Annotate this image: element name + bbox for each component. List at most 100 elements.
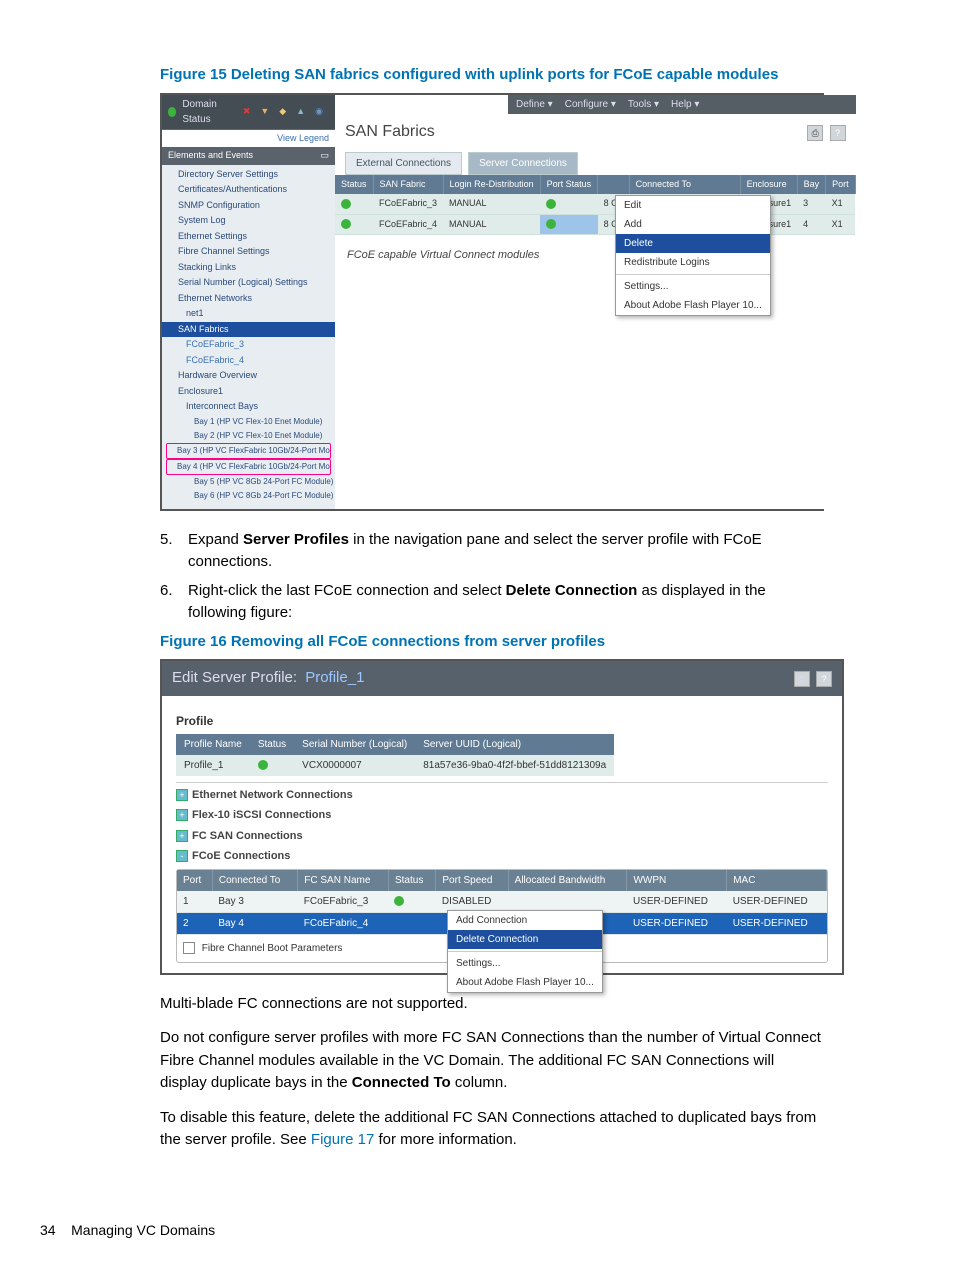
menu-tools[interactable]: Tools ▾ <box>628 97 659 112</box>
context-delete-connection[interactable]: Delete Connection <box>448 930 602 949</box>
help-icon[interactable]: ? <box>830 125 846 141</box>
text: column. <box>451 1074 508 1091</box>
side-item[interactable]: Directory Server Settings <box>162 167 335 183</box>
side-item-bay4[interactable]: Bay 4 (HP VC FlexFabric 10Gb/24-Port Mod… <box>166 459 331 475</box>
text: Right-click the last FCoE connection and… <box>188 582 506 599</box>
status-ok-icon <box>258 760 268 770</box>
menu-help[interactable]: Help ▾ <box>671 97 699 112</box>
col: Allocated Bandwidth <box>508 870 627 891</box>
label: Flex-10 iSCSI Connections <box>192 809 331 821</box>
profile-table: Profile Name Status Serial Number (Logic… <box>176 734 614 776</box>
side-item-san-fabrics[interactable]: SAN Fabrics <box>162 322 335 338</box>
cell: Profile_1 <box>176 755 250 776</box>
side-item[interactable]: Fibre Channel Settings <box>162 244 335 260</box>
fc-boot-checkbox[interactable] <box>183 942 195 954</box>
side-item[interactable]: Ethernet Networks <box>162 291 335 307</box>
col: Connected To <box>212 870 297 891</box>
context-edit[interactable]: Edit <box>616 196 770 215</box>
cell: 4 <box>797 214 826 235</box>
page-footer: 34 Managing VC Domains <box>40 1220 215 1241</box>
collapse-icon[interactable]: ▭ <box>320 149 329 163</box>
context-add-connection[interactable]: Add Connection <box>448 911 602 930</box>
main-title: SAN Fabrics <box>345 120 435 144</box>
tab-server-connections[interactable]: Server Connections <box>468 152 578 175</box>
cell: MANUAL <box>443 214 540 235</box>
context-about[interactable]: About Adobe Flash Player 10... <box>616 296 770 315</box>
context-menu: Edit Add Delete Redistribute Logins Sett… <box>615 195 771 316</box>
side-item[interactable]: Stacking Links <box>162 260 335 276</box>
cell: FCoEFabric_3 <box>373 194 443 214</box>
domain-status-label: Domain Status <box>182 97 237 127</box>
cell: 2 <box>177 912 212 934</box>
collapse-icon: - <box>176 850 188 862</box>
side-item[interactable]: System Log <box>162 213 335 229</box>
figure-17-link[interactable]: Figure 17 <box>311 1131 374 1148</box>
cell: FCoEFabric_4 <box>298 912 389 934</box>
info-icon: ◆ <box>279 105 286 119</box>
tab-external-connections[interactable]: External Connections <box>345 152 462 175</box>
print-icon[interactable]: ⎙ <box>794 671 810 687</box>
side-item-bay3[interactable]: Bay 3 (HP VC FlexFabric 10Gb/24-Port Mod… <box>166 443 331 459</box>
side-item[interactable]: FCoEFabric_3 <box>162 337 335 353</box>
side-item[interactable]: Bay 2 (HP VC Flex-10 Enet Module) <box>162 429 335 443</box>
side-item[interactable]: Interconnect Bays <box>162 399 335 415</box>
context-settings[interactable]: Settings... <box>448 954 602 973</box>
side-item[interactable]: Enclosure1 <box>162 384 335 400</box>
col: MAC <box>727 870 827 891</box>
cell: USER-DEFINED <box>727 891 827 913</box>
col: Profile Name <box>176 734 250 755</box>
side-item[interactable]: Bay 6 (HP VC 8Gb 24-Port FC Module) <box>162 489 335 503</box>
side-item[interactable]: Ethernet Settings <box>162 229 335 245</box>
side-item[interactable]: Bay 5 (HP VC 8Gb 24-Port FC Module) <box>162 475 335 489</box>
expand-icon: + <box>176 809 188 821</box>
help-icon[interactable]: ? <box>816 671 832 687</box>
context-about[interactable]: About Adobe Flash Player 10... <box>448 973 602 992</box>
print-icon[interactable]: ⎙ <box>807 125 823 141</box>
context-add[interactable]: Add <box>616 215 770 234</box>
status-ok-icon <box>341 219 351 229</box>
side-item[interactable]: FCoEFabric_4 <box>162 353 335 369</box>
col-status: Status <box>335 175 373 195</box>
col: Port Speed <box>436 870 508 891</box>
paragraph: Multi-blade FC connections are not suppo… <box>160 993 824 1016</box>
s2-title-name: Profile_1 <box>305 669 364 686</box>
table-row[interactable]: FCoEFabric_4 MANUAL 8 Gb 51:08:05:F3:00:… <box>335 214 855 235</box>
col-redist: Login Re-Distribution <box>443 175 540 195</box>
side-item[interactable]: Bay 1 (HP VC Flex-10 Enet Module) <box>162 415 335 429</box>
elements-events-heading: Elements and Events <box>168 149 253 163</box>
cell: FCoEFabric_4 <box>373 214 443 235</box>
col: Server UUID (Logical) <box>415 734 614 755</box>
expand-icon: + <box>176 830 188 842</box>
table-row[interactable]: FCoEFabric_3 MANUAL 8 Gb 51:08:05:F3:00:… <box>335 194 855 214</box>
section-fcoe[interactable]: -FCoE Connections <box>176 848 828 865</box>
label: FCoE Connections <box>192 850 290 862</box>
status-ok-icon <box>168 107 176 117</box>
section-ethernet[interactable]: +Ethernet Network Connections <box>176 782 828 804</box>
side-item[interactable]: Serial Number (Logical) Settings <box>162 275 335 291</box>
section-fc-san[interactable]: +FC SAN Connections <box>176 828 828 845</box>
paragraph: Do not configure server profiles with mo… <box>160 1027 824 1095</box>
context-delete[interactable]: Delete <box>616 234 770 253</box>
side-item[interactable]: Certificates/Authentications <box>162 182 335 198</box>
cell: MANUAL <box>443 194 540 214</box>
cell: USER-DEFINED <box>727 912 827 934</box>
context-redistribute[interactable]: Redistribute Logins <box>616 253 770 272</box>
cell: USER-DEFINED <box>627 912 727 934</box>
expand-icon: + <box>176 789 188 801</box>
view-legend-link[interactable]: View Legend <box>162 130 335 148</box>
col: WWPN <box>627 870 727 891</box>
cell: X1 <box>826 214 856 235</box>
col-port: Port <box>826 175 856 195</box>
menu-define[interactable]: Define ▾ <box>516 97 553 112</box>
side-item[interactable]: Hardware Overview <box>162 368 335 384</box>
paragraph: To disable this feature, delete the addi… <box>160 1107 824 1152</box>
separator <box>448 951 602 952</box>
menu-configure[interactable]: Configure ▾ <box>565 97 616 112</box>
side-item[interactable]: net1 <box>162 306 335 322</box>
cell <box>250 755 294 776</box>
context-settings[interactable]: Settings... <box>616 277 770 296</box>
section-iscsi[interactable]: + Flex-10 iSCSI Connections <box>176 807 828 824</box>
side-item[interactable]: SNMP Configuration <box>162 198 335 214</box>
alert-icon: ✖ <box>243 105 251 119</box>
cell: USER-DEFINED <box>627 891 727 913</box>
